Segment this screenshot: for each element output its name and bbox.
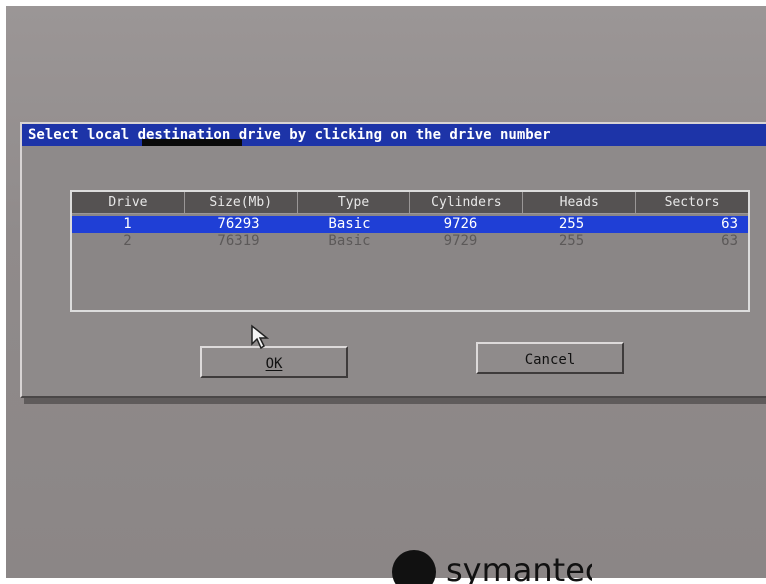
cell-cylinders: 9729 (443, 233, 478, 249)
table-row-drive-1[interactable]: 1 76293 Basic 9726 255 63 (72, 216, 748, 233)
column-header-heads[interactable]: Heads (523, 192, 637, 214)
column-header-size[interactable]: Size(Mb) (184, 192, 298, 214)
cell-sectors: 63 (721, 216, 738, 232)
drive-table[interactable]: Drive Size(Mb) Type Cylinders Heads Sect… (70, 190, 750, 312)
column-header-cylinders[interactable]: Cylinders (410, 192, 524, 214)
column-header-type[interactable]: Type (297, 192, 411, 214)
cell-sectors: 63 (721, 233, 738, 249)
drive-table-header: Drive Size(Mb) Type Cylinders Heads Sect… (72, 192, 748, 214)
cancel-button[interactable]: Cancel (476, 342, 624, 374)
cell-cylinders: 9726 (443, 216, 478, 232)
column-header-sectors[interactable]: Sectors (636, 192, 748, 214)
cell-size: 76319 (217, 233, 260, 249)
ok-button-label: OK (265, 356, 283, 372)
mouse-pointer-icon (251, 324, 270, 350)
cell-type: Basic (328, 233, 371, 249)
dialog-title: Select local destination drive by clicki… (28, 127, 551, 143)
symantec-logo: symantec. (392, 548, 592, 584)
select-destination-drive-dialog: Select local destination drive by clicki… (20, 122, 766, 398)
table-row-drive-2[interactable]: 2 76319 Basic 9729 255 63 (72, 233, 748, 250)
cell-heads: 255 (558, 216, 585, 232)
column-header-drive[interactable]: Drive (72, 192, 185, 214)
desktop-background: Select local destination drive by clicki… (6, 6, 766, 584)
cell-drive: 2 (123, 233, 132, 249)
symantec-logo-icon (392, 550, 436, 584)
cell-drive: 1 (123, 216, 132, 232)
dialog-title-bar: Select local destination drive by clicki… (22, 124, 766, 146)
cancel-button-label: Cancel (524, 352, 576, 368)
title-redaction-mark (142, 139, 242, 146)
cell-heads: 255 (558, 233, 585, 249)
symantec-logo-text: symantec. (446, 551, 592, 584)
cell-size: 76293 (217, 216, 260, 232)
cell-type: Basic (328, 216, 371, 232)
